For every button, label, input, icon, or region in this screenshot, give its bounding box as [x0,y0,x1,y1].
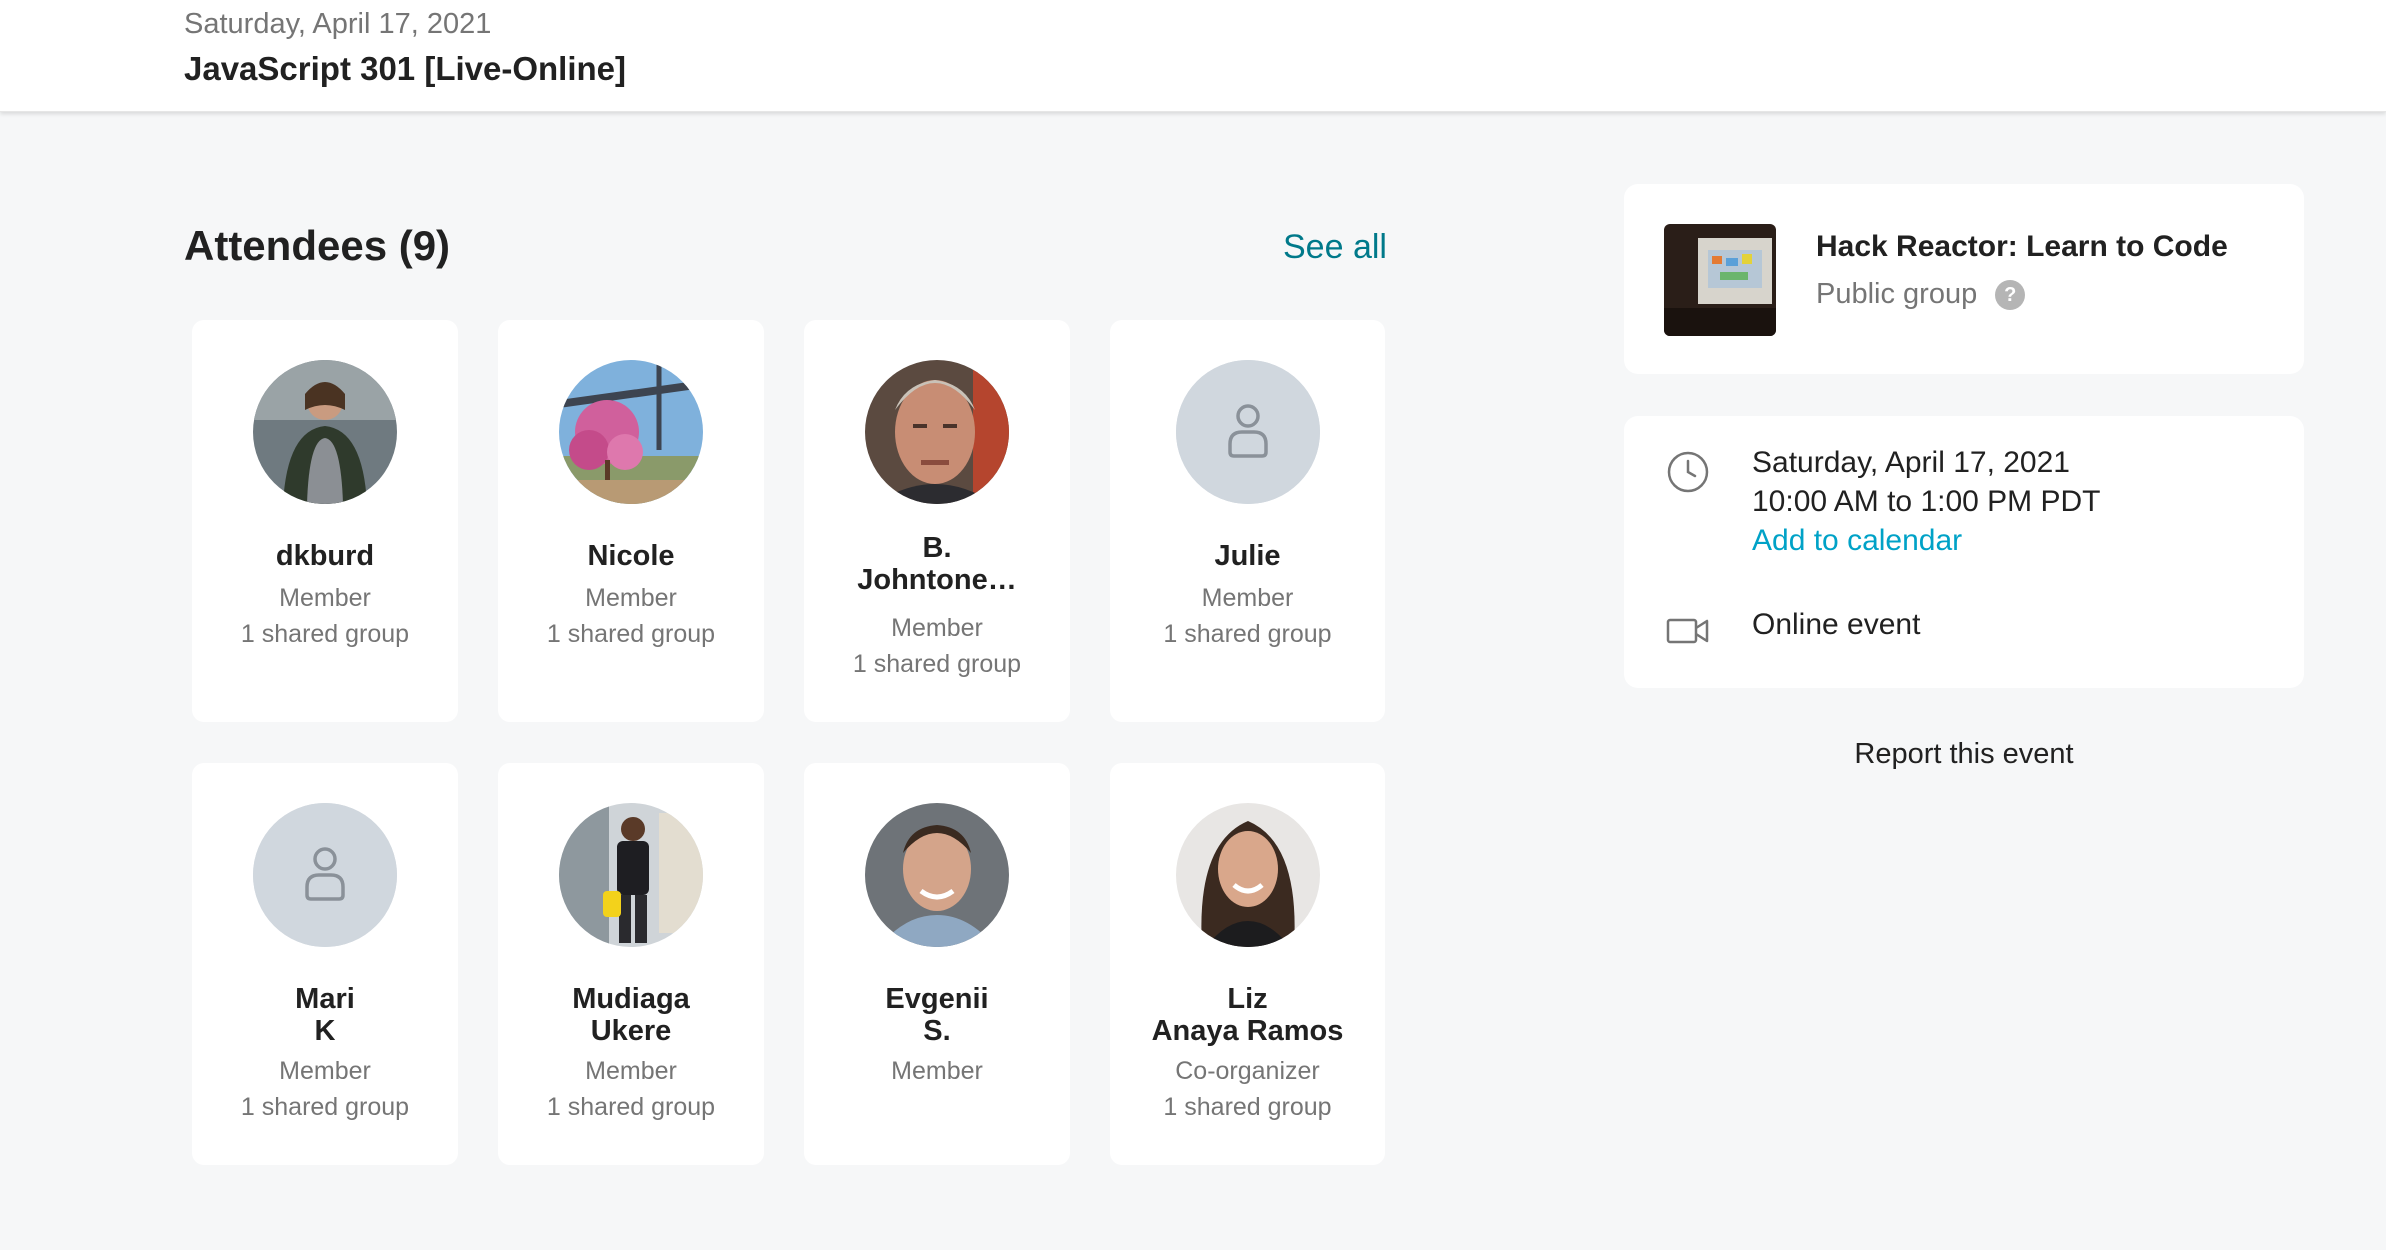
event-details-panel: Saturday, April 17, 2021 10:00 AM to 1:0… [1624,416,2304,688]
group-type: Public group? [1816,278,2026,311]
attendee-name: Mudiaga Ukere [572,983,690,1047]
group-type-label: Public group [1816,278,1978,310]
photo-man-smiling [865,803,1009,947]
event-location: Online event [1752,608,1921,641]
attendees-heading: Attendees (9) [184,222,451,269]
attendee-card-mari-k[interactable]: Mari K Member 1 shared group [192,763,458,1165]
attendee-role: Member [891,614,983,642]
group-thumbnail [1664,224,1776,336]
attendee-avatar [253,803,397,947]
attendee-card-liz-anaya-ramos[interactable]: Liz Anaya Ramos Co-organizer 1 shared gro… [1110,763,1385,1165]
attendee-card-b-johntone[interactable]: B. Johntone… Member 1 shared group [804,320,1070,722]
attendee-avatar [1175,803,1320,947]
event-date: Saturday, April 17, 2021 [1752,446,2070,479]
attendee-shared-groups: 1 shared group [240,620,410,648]
group-name[interactable]: Hack Reactor: Learn to Code [1816,230,2228,264]
attendee-name: Liz Anaya Ramos [1151,983,1344,1047]
report-event-link[interactable]: Report this event [1624,738,2304,771]
video-camera-icon [1666,618,1709,644]
attendee-shared-groups: 1 shared group [240,1093,410,1121]
attendee-role: Member [279,584,371,612]
attendee-name: Mari K [295,983,355,1047]
event-header: Saturday, April 17, 2021 JavaScript 301 … [0,0,2386,112]
attendee-card-nicole[interactable]: Nicole Member 1 shared group [498,320,764,722]
event-header-title: JavaScript 301 [Live-Online] [184,50,627,87]
default-user-icon [253,803,397,947]
photo-man-icon [865,360,1009,504]
default-user-icon [1175,360,1320,504]
attendee-avatar [559,360,703,504]
add-to-calendar-link[interactable]: Add to calendar [1752,524,1962,558]
attendee-avatar [865,360,1009,504]
attendee-name: Evgenii S. [885,983,989,1047]
attendee-shared-groups: 1 shared group [1163,620,1332,648]
group-panel[interactable]: Hack Reactor: Learn to Code Public group… [1624,184,2304,374]
attendee-role: Co-organizer [1175,1057,1320,1085]
photo-woman-icon [253,360,397,504]
attendee-name: B. Johntone… [857,532,1017,596]
help-icon[interactable]: ? [1995,280,2026,311]
see-all-link[interactable]: See all [1283,228,1387,267]
attendee-name: Nicole [587,540,675,572]
attendee-shared-groups: 1 shared group [1163,1093,1332,1121]
attendee-name: Julie [1214,540,1281,572]
attendee-avatar [559,803,703,947]
attendee-card-dkburd[interactable]: dkburd Member 1 shared group [192,320,458,722]
attendee-shared-groups: 1 shared group [546,620,716,648]
attendee-role: Member [279,1057,371,1085]
photo-blossom-bridge [559,360,703,504]
attendee-card-mudiaga-ukere[interactable]: Mudiaga Ukere Member 1 shared group [498,763,764,1165]
clock-icon [1667,451,1709,493]
attendee-role: Member [891,1057,983,1085]
attendee-card-evgenii-s[interactable]: Evgenii S. Member [804,763,1070,1165]
attendee-name: dkburd [275,540,375,572]
attendee-avatar [1175,360,1320,504]
event-time: 10:00 AM to 1:00 PM PDT [1752,485,2101,518]
event-header-date: Saturday, April 17, 2021 [184,8,492,40]
photo-street-person [559,803,703,947]
attendee-role: Member [1201,584,1294,612]
attendee-card-julie[interactable]: Julie Member 1 shared group [1110,320,1385,722]
attendee-role: Member [585,584,677,612]
attendee-avatar [253,360,397,504]
attendee-role: Member [585,1057,677,1085]
photo-woman-smiling [1175,803,1320,947]
attendee-shared-groups: 1 shared group [852,650,1022,678]
group-photo-icon [1664,224,1776,336]
attendee-shared-groups: 1 shared group [546,1093,716,1121]
attendee-avatar [865,803,1009,947]
